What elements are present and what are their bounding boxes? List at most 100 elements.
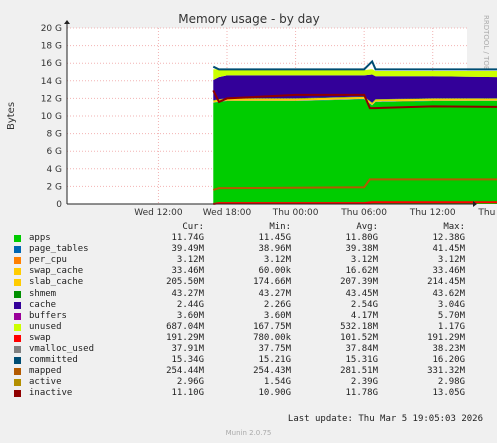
legend-swatch xyxy=(14,268,21,276)
legend-max: 3.12M xyxy=(437,255,465,266)
legend-name: swap_cache xyxy=(29,266,84,277)
stacked-areas xyxy=(213,69,497,204)
legend-avg: 2.54G xyxy=(350,299,378,310)
legend-row: per_cpu 3.12M 3.12M 3.12M 3.12M xyxy=(10,255,490,266)
legend-min: 167.75M xyxy=(253,321,291,332)
legend-name: unused xyxy=(29,321,62,332)
legend-row: swap_cache 33.46M 60.00k 16.62M 33.46M xyxy=(10,266,490,277)
legend-swatch xyxy=(14,390,21,398)
legend-cur: 37.91M xyxy=(171,344,204,355)
legend-avg: 4.17M xyxy=(350,310,378,321)
legend-avg: 11.80G xyxy=(345,233,378,244)
legend-name: active xyxy=(29,377,62,388)
legend-name: mapped xyxy=(29,366,62,377)
legend-name: cache xyxy=(29,299,57,310)
legend-row: buffers 3.60M 3.60M 4.17M 5.70M xyxy=(10,311,490,322)
x-tick-label: Thu 06:00 xyxy=(340,208,387,218)
header-max: Max: xyxy=(443,222,465,232)
legend-cur: 3.60M xyxy=(176,310,204,321)
legend-cur: 43.27M xyxy=(171,288,204,299)
header-cur: Cur: xyxy=(182,222,204,232)
x-tick-labels: Wed 12:00 Wed 18:00 Thu 00:00 Thu 06:00 Thu … xyxy=(134,208,497,218)
legend-swatch xyxy=(14,312,21,320)
y-tick-label: 16 G xyxy=(41,59,62,69)
legend-name: buffers xyxy=(29,310,67,321)
legend-row: committed 15.34G 15.21G 15.31G 16.20G xyxy=(10,355,490,366)
legend-name: slab_cache xyxy=(29,277,84,288)
legend-swatch xyxy=(14,279,21,287)
legend-avg: 39.38M xyxy=(345,244,378,255)
x-tick-label: Thu 12:00 xyxy=(409,208,456,218)
y-tick-label: 12 G xyxy=(41,94,62,104)
legend-cur: 205.50M xyxy=(166,277,204,288)
legend-min: 11.45G xyxy=(258,233,291,244)
legend-max: 5.70M xyxy=(437,310,465,321)
legend-max: 12.38G xyxy=(432,233,465,244)
legend-cur: 39.49M xyxy=(171,244,204,255)
legend-cur: 2.44G xyxy=(176,299,204,310)
legend-swatch xyxy=(14,301,21,309)
legend-swatch xyxy=(14,257,21,265)
legend-cur: 33.46M xyxy=(171,266,204,277)
legend-name: per_cpu xyxy=(29,255,67,266)
legend-cur: 2.96G xyxy=(176,377,204,388)
legend-row: apps 11.74G 11.45G 11.80G 12.38G xyxy=(10,233,490,244)
header-min: Min: xyxy=(269,222,291,232)
legend-swatch xyxy=(14,379,21,387)
legend-min: 2.26G xyxy=(263,299,291,310)
legend-avg: 37.84M xyxy=(345,344,378,355)
legend-min: 3.12M xyxy=(263,255,291,266)
legend-min: 60.00k xyxy=(258,266,291,277)
legend-cur: 11.74G xyxy=(171,233,204,244)
legend-max: 2.98G xyxy=(437,377,465,388)
legend-row: inactive 11.10G 10.90G 11.78G 13.05G xyxy=(10,388,490,399)
legend-row: active 2.96G 1.54G 2.39G 2.98G xyxy=(10,377,490,388)
legend-name: committed xyxy=(29,355,78,366)
legend-max: 1.17G xyxy=(437,321,465,332)
last-update: Last update: Thu Mar 5 19:05:03 2026 xyxy=(287,414,483,424)
legend-cur: 3.12M xyxy=(176,255,204,266)
chart-title: Memory usage - by day xyxy=(178,12,319,26)
legend-row: shmem 43.27M 43.27M 43.45M 43.62M xyxy=(10,289,490,300)
legend-min: 43.27M xyxy=(258,288,291,299)
legend-max: 43.62M xyxy=(432,288,465,299)
legend-min: 1.54G xyxy=(263,377,291,388)
legend-cur: 15.34G xyxy=(171,355,204,366)
legend-min: 37.75M xyxy=(258,344,291,355)
legend-min: 780.00k xyxy=(253,332,291,343)
legend-swatch xyxy=(14,235,21,243)
legend-row: page_tables 39.49M 38.96M 39.38M 41.45M xyxy=(10,244,490,255)
y-axis-arrow xyxy=(64,20,70,24)
munin-version: Munin 2.0.75 xyxy=(225,429,272,437)
legend-swatch xyxy=(14,290,21,298)
y-tick-labels: 0 2 G 4 G 6 G 8 G 10 G 12 G 14 G 16 G 18 G 20 G xyxy=(41,24,63,210)
legend-cur: 11.10G xyxy=(171,388,204,399)
legend-avg: 3.12M xyxy=(350,255,378,266)
x-tick-label: Thu 00:00 xyxy=(272,208,319,218)
legend: Cur: Min: Avg: Max: apps 11.74G 11.45G 11.8… xyxy=(10,222,490,400)
legend-row: swap 191.29M 780.00k 101.52M 191.29M xyxy=(10,333,490,344)
legend-cur: 254.44M xyxy=(166,366,204,377)
legend-max: 13.05G xyxy=(432,388,465,399)
legend-min: 3.60M xyxy=(263,310,291,321)
legend-max: 191.29M xyxy=(427,332,465,343)
y-tick-label: 20 G xyxy=(41,24,62,34)
legend-swatch xyxy=(14,357,21,365)
legend-min: 10.90G xyxy=(258,388,291,399)
legend-max: 16.20G xyxy=(432,355,465,366)
legend-max: 33.46M xyxy=(432,266,465,277)
y-tick-label: 18 G xyxy=(41,42,62,52)
y-tick-label: 14 G xyxy=(41,77,62,87)
legend-row: unused 687.04M 167.75M 532.18M 1.17G xyxy=(10,322,490,333)
y-axis-label: Bytes xyxy=(6,102,17,130)
y-tick-label: 6 G xyxy=(46,147,62,157)
legend-swatch xyxy=(14,246,21,254)
legend-row: cache 2.44G 2.26G 2.54G 3.04G xyxy=(10,300,490,311)
legend-avg: 16.62M xyxy=(345,266,378,277)
legend-swatch xyxy=(14,323,21,331)
legend-max: 331.32M xyxy=(427,366,465,377)
y-tick-label: 10 G xyxy=(41,112,62,122)
legend-avg: 43.45M xyxy=(345,288,378,299)
legend-max: 41.45M xyxy=(432,244,465,255)
legend-name: shmem xyxy=(29,288,57,299)
